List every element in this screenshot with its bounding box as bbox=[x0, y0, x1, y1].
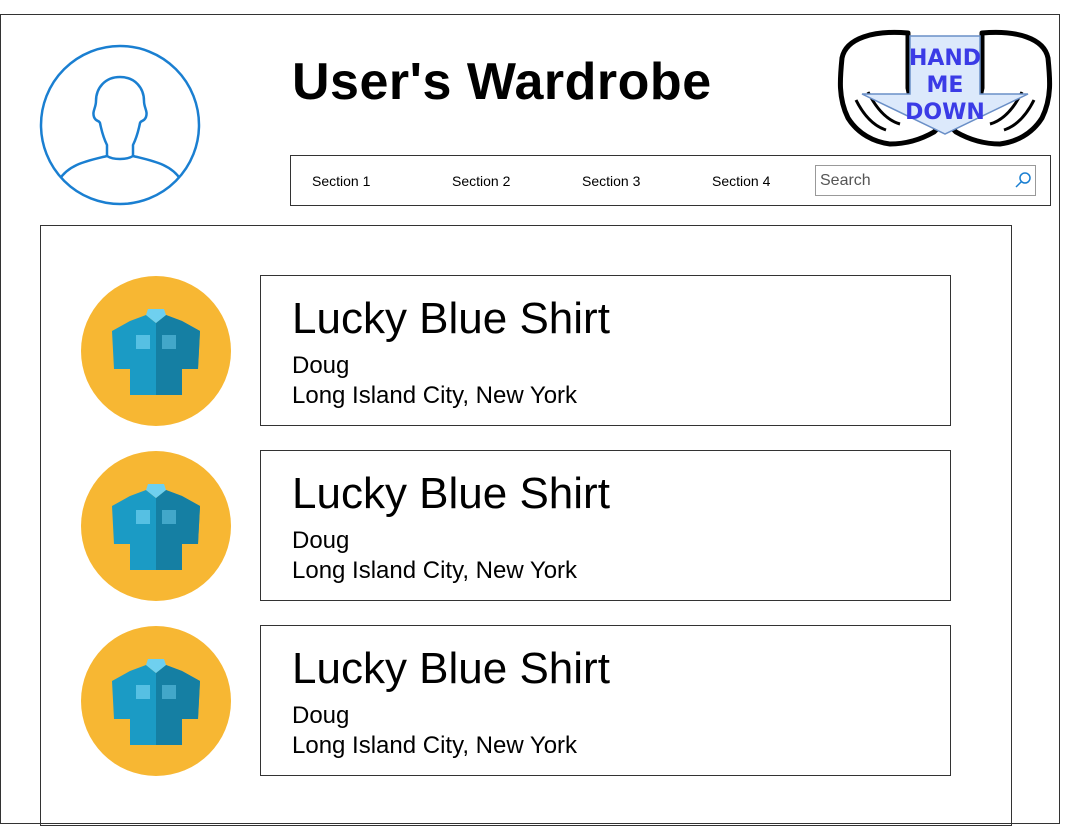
logo-text: HAND ME DOWN bbox=[905, 46, 985, 125]
item-owner: Doug bbox=[292, 352, 350, 379]
navbar: Section 1 Section 2 Section 3 Section 4 bbox=[290, 155, 1051, 206]
item-card[interactable]: Lucky Blue Shirt Doug Long Island City, … bbox=[260, 625, 951, 776]
user-avatar-icon[interactable] bbox=[39, 44, 201, 206]
item-title: Lucky Blue Shirt bbox=[292, 469, 610, 518]
list-item: Lucky Blue Shirt Doug Long Island City, … bbox=[41, 275, 1013, 427]
item-location: Long Island City, New York bbox=[292, 557, 578, 584]
search-icon[interactable] bbox=[1014, 171, 1032, 189]
hand-me-down-logo: HAND ME DOWN bbox=[834, 28, 1056, 150]
page-title: User's Wardrobe bbox=[292, 53, 712, 111]
shirt-icon[interactable] bbox=[80, 625, 232, 777]
item-title: Lucky Blue Shirt bbox=[292, 294, 610, 343]
item-owner: Doug bbox=[292, 702, 350, 729]
nav-section-2[interactable]: Section 2 bbox=[452, 173, 510, 189]
nav-section-4[interactable]: Section 4 bbox=[712, 173, 770, 189]
shirt-icon[interactable] bbox=[80, 450, 232, 602]
item-title: Lucky Blue Shirt bbox=[292, 644, 610, 693]
nav-section-3[interactable]: Section 3 bbox=[582, 173, 640, 189]
search-box bbox=[815, 165, 1036, 196]
item-card[interactable]: Lucky Blue Shirt Doug Long Island City, … bbox=[260, 450, 951, 601]
wardrobe-list: Lucky Blue Shirt Doug Long Island City, … bbox=[40, 225, 1012, 826]
shirt-icon[interactable] bbox=[80, 275, 232, 427]
search-input[interactable] bbox=[816, 166, 1012, 195]
list-item: Lucky Blue Shirt Doug Long Island City, … bbox=[41, 450, 1013, 602]
item-owner: Doug bbox=[292, 527, 350, 554]
list-item: Lucky Blue Shirt Doug Long Island City, … bbox=[41, 625, 1013, 777]
nav-section-1[interactable]: Section 1 bbox=[312, 173, 370, 189]
item-card[interactable]: Lucky Blue Shirt Doug Long Island City, … bbox=[260, 275, 951, 426]
item-location: Long Island City, New York bbox=[292, 382, 578, 409]
item-location: Long Island City, New York bbox=[292, 732, 578, 759]
